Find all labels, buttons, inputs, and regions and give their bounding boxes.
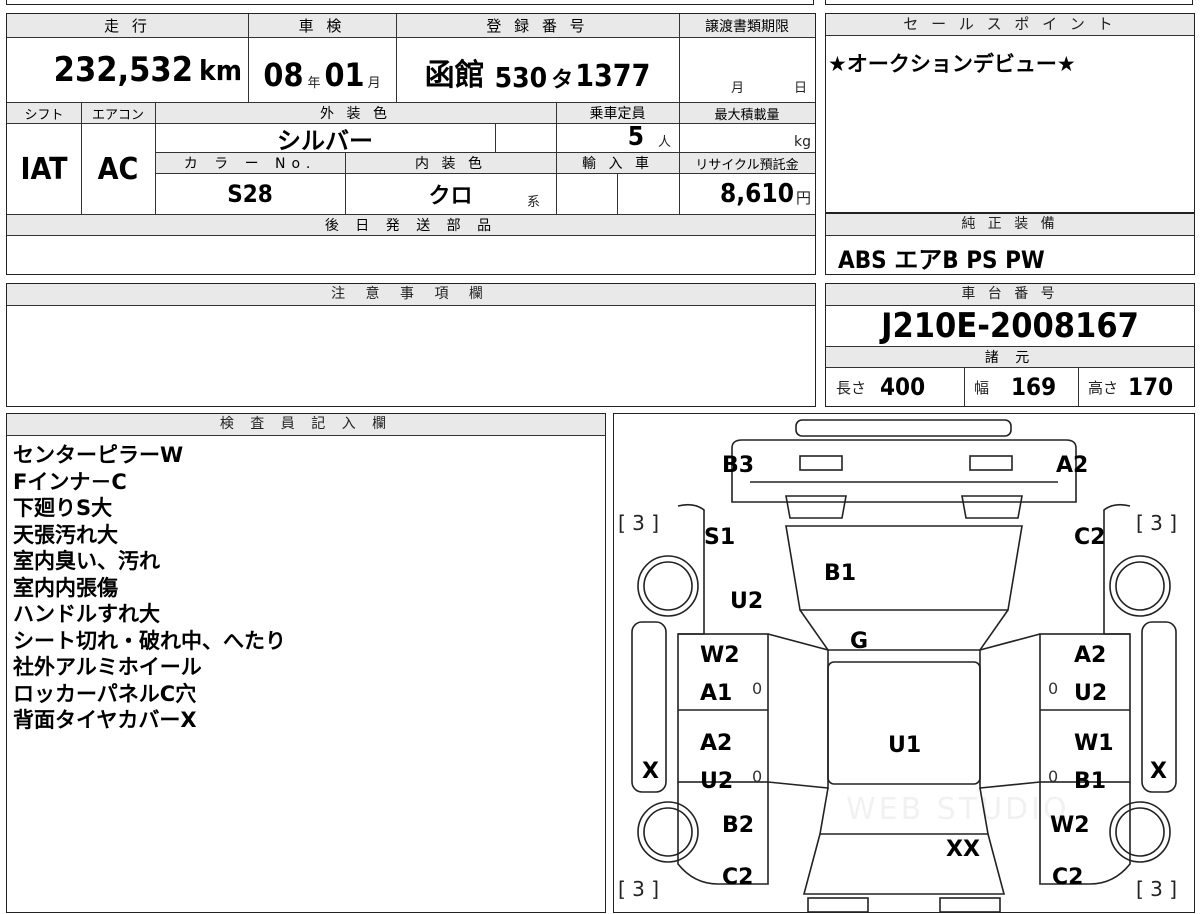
tire-tread-rear-right: [ 3 ] [1136,511,1178,535]
aircon-value: AC [97,151,139,187]
shift-label: シフト [24,107,64,123]
recycle-label: リサイクル預託金 [695,157,799,173]
mark-front-door-right-1: W1 [1074,731,1114,756]
equipment-value: ABS エアB PS PW [838,246,1045,274]
mark-rear-door-left-2: A1 [700,681,733,706]
equipment-label: 純 正 装 備 [826,214,1194,236]
note-line: 室内内張傷 [13,575,118,600]
mark-front-right: C2 [1052,865,1084,890]
color-no-label: カ ラ ー No. [183,156,317,172]
note-line: 天張汚れ大 [13,522,118,547]
mark-side-left: X [642,759,659,784]
watermark-text: WEB STUDIO [846,792,1070,827]
note-line: センターピラーW [13,443,184,467]
tire-tread-front-left: [ 3 ] [618,877,660,901]
sales-point-label: セ ー ル ス ポ イ ン ト [826,14,1194,36]
mark-front-door-left-2: U2 [700,769,734,794]
note-line: Fインナ－C [13,469,127,494]
mark-rear-left: B3 [722,453,755,478]
mark-rear-door-left-1: W2 [700,643,740,668]
sales-point-box: セ ー ル ス ポ イ ン ト ★オークションデビュー★ [825,13,1195,213]
capacity-label: 乗車定員 [589,106,646,122]
color-no-value: S28 [227,180,273,208]
mileage-value: 232,532 km [53,50,242,90]
registration-label: 登 録 番 号 [396,14,679,38]
mark-rear-door-right-2: U2 [1074,681,1108,706]
chassis-label: 車 台 番 号 [826,284,1194,306]
vehicle-info-box: 走 行 車 検 登 録 番 号 譲渡書類期限 232,532 km 08 年 0… [6,13,816,275]
mark-front-left: C2 [722,865,754,890]
top-cutoff-box-left [6,0,814,5]
inspector-notes: センターピラーW Fインナ－C 下廻りS大 天張汚れ大 室内臭い、汚れ 室内内張… [13,442,286,734]
car-diagram-box: [ 3 ] [ 3 ] [ 3 ] [ 3 ] B3 A2 S1 C2 B1 U… [613,413,1195,913]
mark-rear-right: A2 [1056,453,1089,478]
sales-point-text: ★オークションデビュー★ [828,52,1076,76]
later-parts-label: 後 日 発 送 部 品 [7,214,815,236]
interior-color-label: 内 装 色 [415,156,486,172]
mark-rear-qtr-right: C2 [1074,525,1106,550]
specs-label: 諸 元 [826,346,1194,368]
interior-color-suffix: 系 [527,195,541,210]
inspection-label: 車 検 [248,14,396,38]
interior-color-value: クロ [428,184,473,209]
mark-side-right: X [1150,759,1167,784]
note-line: 背面タイヤカバーX [13,708,197,732]
mark-zero: 0 [1048,679,1059,698]
note-line: 下廻りS大 [13,496,113,520]
mark-zero: 0 [752,679,763,698]
mark-front-fender-left: B2 [722,813,755,838]
note-line: ハンドルすれ大 [13,602,160,626]
shift-value: IAT [20,151,68,187]
exterior-color-value: シルバー [277,126,373,155]
mark-zero: 0 [752,767,763,786]
tire-tread-front-right: [ 3 ] [1136,877,1178,901]
top-cutoff-box-right [825,0,1193,5]
caution-label: 注 意 事 項 欄 [7,284,815,306]
max-load-label: 最大積載量 [714,107,780,123]
inspector-box: 検 査 員 記 入 欄 センターピラーW Fインナ－C 下廻りS大 天張汚れ大 … [6,413,606,913]
transfer-deadline-label: 譲渡書類期限 [679,14,815,38]
note-line: 社外アルミホイール [13,655,202,679]
mark-rear-pillar-left: U2 [730,589,764,614]
note-line: シート切れ・破れ中、へたり [13,628,286,653]
note-line: ロッカーパネルC穴 [13,681,197,706]
inspector-label: 検 査 員 記 入 欄 [7,414,605,436]
recycle-value: 8,610 円 [719,179,811,209]
max-load-value: kg [794,134,811,150]
mark-roof-center: U1 [888,733,922,758]
mark-rear-qtr-left: S1 [704,525,736,550]
capacity-value: 5 人 [627,122,671,152]
chassis-number: J210E-2008167 [881,306,1139,346]
spec-height: 高さ 170 [1088,373,1174,401]
caution-box: 注 意 事 項 欄 [6,283,816,407]
import-label: 輸 入 車 [582,156,653,172]
equipment-box: 純 正 装 備 ABS エアB PS PW [825,213,1195,275]
mark-front-door-right-2: B1 [1074,769,1107,794]
transfer-deadline-value: 月 日 [731,81,808,96]
note-line: 室内臭い、汚れ [13,549,160,573]
mark-zero: 0 [1048,767,1059,786]
mark-hood: XX [946,837,980,862]
spec-width: 幅 169 [974,373,1057,401]
inspection-value: 08 年 01 月 [263,56,381,94]
aircon-label: エアコン [91,107,144,123]
mark-rear-glass: G [850,629,869,654]
registration-value: 函館 530 タ 1377 [424,58,651,94]
tire-tread-rear-left: [ 3 ] [618,511,660,535]
mileage-label: 走 行 [7,14,248,38]
mark-rear-door-right-1: A2 [1074,643,1107,668]
mark-roof: B1 [824,561,857,586]
mark-front-door-left-1: A2 [700,731,733,756]
chassis-box: 車 台 番 号 J210E-2008167 諸 元 長さ 400 幅 169 高… [825,283,1195,407]
spec-length: 長さ 400 [836,373,926,401]
